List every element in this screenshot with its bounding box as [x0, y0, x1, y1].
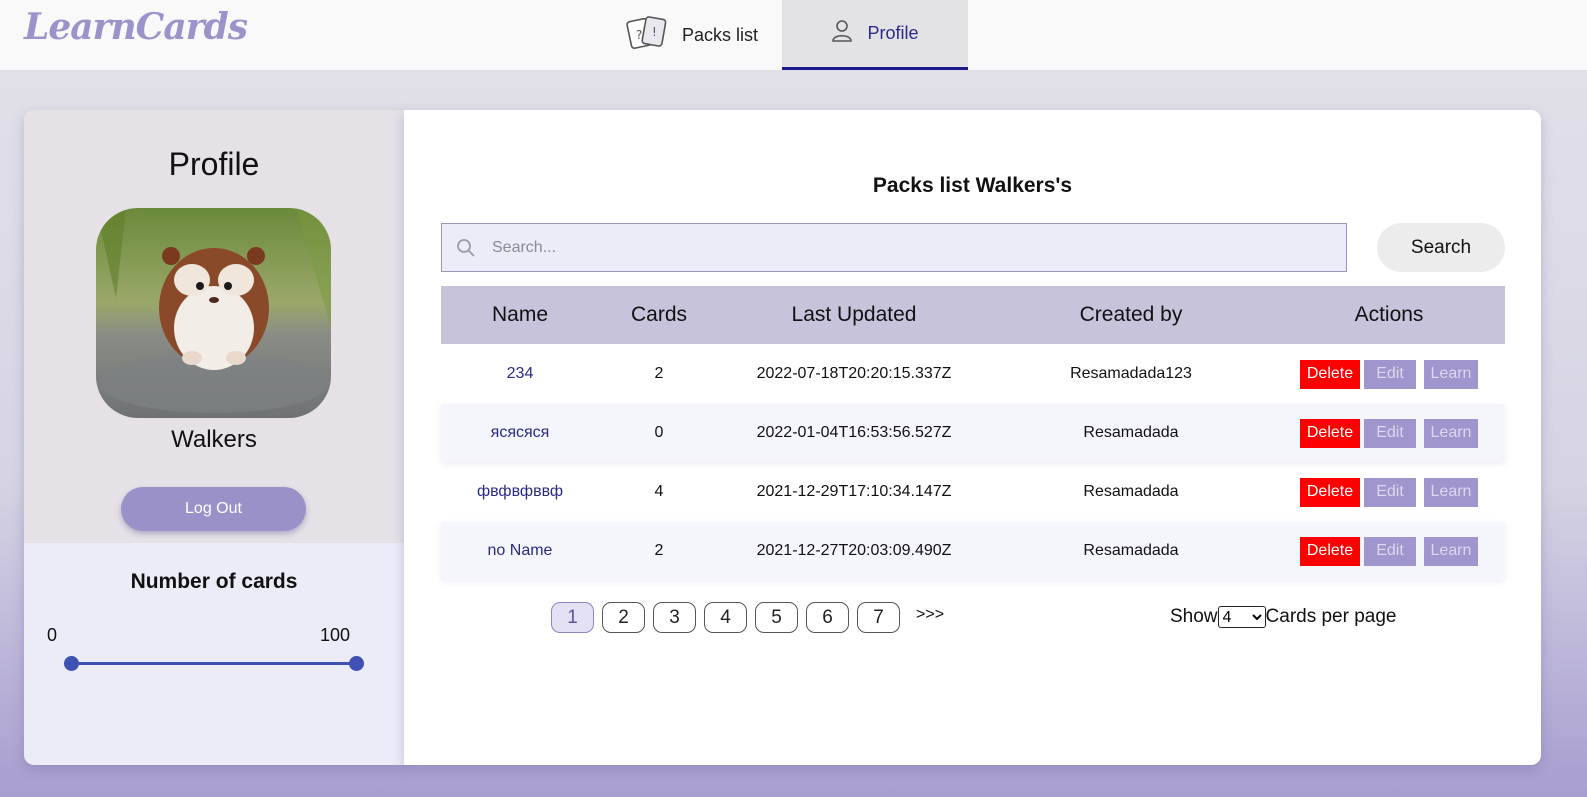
per-page-control: Show 4 Cards per page	[1170, 606, 1397, 628]
page-button-3[interactable]: 3	[653, 602, 696, 633]
app-logo[interactable]: LearnCards	[24, 6, 248, 48]
delete-button[interactable]: Delete	[1300, 418, 1360, 448]
range-slider-track[interactable]	[71, 662, 356, 665]
pack-last-updated: 2022-01-04T16:53:56.527Z	[756, 424, 952, 441]
pagination: 1 2 3 4 5 6 7	[551, 602, 900, 633]
range-max-value: 100	[320, 625, 351, 645]
column-header-created-by[interactable]: Created by	[989, 286, 1273, 344]
pack-cards-count: 4	[654, 483, 664, 500]
page-button-5[interactable]: 5	[755, 602, 798, 633]
table-row: 234 2 2022-07-18T20:20:15.337Z Resamadad…	[441, 345, 1505, 403]
cards-per-page-label: Cards per page	[1265, 606, 1397, 627]
profile-panel: Profile Walkers Log Out Number of cards …	[24, 110, 404, 765]
table-row: no Name 2 2021-12-27T20:03:09.490Z Resam…	[441, 522, 1505, 580]
delete-button[interactable]: Delete	[1300, 477, 1360, 507]
profile-title: Profile	[168, 146, 260, 182]
range-min-value: 0	[47, 625, 58, 645]
pack-actions: Delete Edit Learn	[1273, 463, 1505, 521]
pack-created-by: Resamadada	[1083, 483, 1179, 500]
page-button-2[interactable]: 2	[602, 602, 645, 633]
learn-button[interactable]: Learn	[1424, 418, 1478, 448]
pack-last-updated: 2022-07-18T20:20:15.337Z	[756, 365, 952, 382]
search-box	[441, 223, 1347, 272]
edit-button[interactable]: Edit	[1364, 359, 1416, 389]
page-button-6[interactable]: 6	[806, 602, 849, 633]
pack-name-link[interactable]: 234	[441, 345, 599, 403]
packs-title: Packs list Walkers's	[872, 174, 1073, 197]
pack-cards-count: 2	[654, 365, 664, 382]
column-header-last-updated[interactable]: Last Updated	[719, 286, 989, 344]
edit-button[interactable]: Edit	[1364, 477, 1416, 507]
edit-button[interactable]: Edit	[1364, 536, 1416, 566]
table-row: ясяcяся 0 2022-01-04T16:53:56.527Z Resam…	[441, 404, 1505, 462]
pack-created-by: Resamadada	[1083, 542, 1179, 559]
number-of-cards-title: Number of cards	[130, 570, 298, 593]
learn-button[interactable]: Learn	[1424, 359, 1478, 389]
username: Walkers	[171, 426, 257, 453]
search-input[interactable]	[492, 238, 1312, 257]
pack-name-link[interactable]: ясяcяся	[441, 404, 599, 462]
pack-actions: Delete Edit Learn	[1273, 345, 1505, 403]
column-header-name[interactable]: Name	[441, 286, 599, 344]
page-button-1[interactable]: 1	[551, 602, 594, 633]
logout-button[interactable]: Log Out	[121, 487, 306, 531]
pack-last-updated: 2021-12-29T17:10:34.147Z	[756, 483, 952, 500]
column-header-actions: Actions	[1354, 303, 1424, 326]
per-page-select[interactable]: 4	[1217, 606, 1266, 628]
pack-cards-count: 0	[654, 424, 664, 441]
packs-panel: Packs list Walkers's Search Name Cards L…	[404, 110, 1541, 765]
pack-name-link[interactable]: no Name	[441, 522, 599, 580]
profile-card: Profile Walkers Log Out	[24, 110, 404, 543]
svg-text:?: ?	[636, 28, 642, 42]
edit-button[interactable]: Edit	[1364, 418, 1416, 448]
learn-button[interactable]: Learn	[1424, 536, 1478, 566]
cards-icon: ? !	[626, 15, 668, 56]
delete-button[interactable]: Delete	[1300, 359, 1360, 389]
tab-packs-list[interactable]: ? ! Packs list	[626, 0, 782, 70]
table-row: фвфвфввф 4 2021-12-29T17:10:34.147Z Resa…	[441, 463, 1505, 521]
tab-profile[interactable]: Profile	[782, 0, 968, 70]
table-header: Name Cards Last Updated Created by Actio…	[441, 286, 1505, 344]
column-header-cards[interactable]: Cards	[599, 286, 719, 344]
pack-cards-count: 2	[654, 542, 664, 559]
range-slider-max-handle[interactable]	[349, 656, 364, 671]
search-button[interactable]: Search	[1377, 223, 1505, 272]
delete-button[interactable]: Delete	[1300, 536, 1360, 566]
pack-last-updated: 2021-12-27T20:03:09.490Z	[756, 542, 952, 559]
show-label: Show	[1170, 606, 1218, 627]
page-button-7[interactable]: 7	[857, 602, 900, 633]
page-button-4[interactable]: 4	[704, 602, 747, 633]
tab-packs-list-label: Packs list	[682, 24, 759, 45]
search-icon	[456, 238, 476, 258]
pack-created-by: Resamadada123	[1070, 365, 1192, 382]
user-icon	[831, 19, 853, 48]
svg-text:!: !	[652, 25, 657, 39]
range-slider-min-handle[interactable]	[64, 656, 79, 671]
pack-created-by: Resamadada	[1083, 424, 1179, 441]
next-pages-button[interactable]: >>>	[916, 606, 944, 624]
top-header: LearnCards ? ! Packs list Profile	[0, 0, 1587, 70]
avatar	[96, 208, 331, 418]
pack-name-link[interactable]: фвфвфввф	[441, 463, 599, 521]
pack-actions: Delete Edit Learn	[1273, 522, 1505, 580]
learn-button[interactable]: Learn	[1424, 477, 1478, 507]
pack-actions: Delete Edit Learn	[1273, 404, 1505, 462]
tab-profile-label: Profile	[867, 23, 919, 43]
